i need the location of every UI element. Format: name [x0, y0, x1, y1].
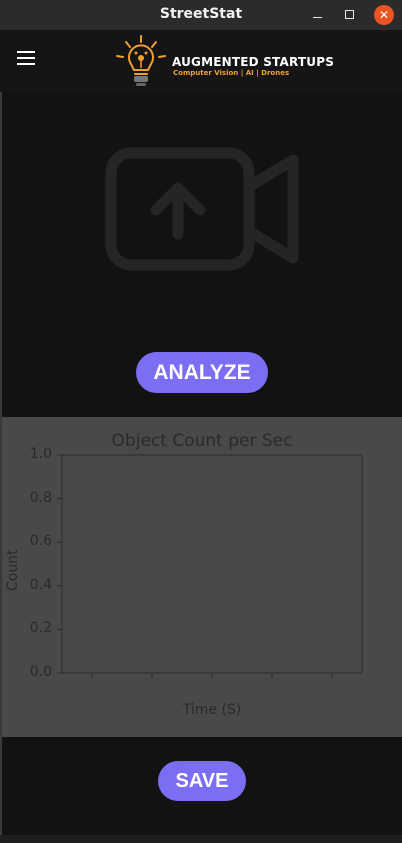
chart-axes [57, 454, 363, 678]
analyze-button[interactable]: ANALYZE [136, 352, 268, 393]
close-icon[interactable]: ✕ [374, 5, 394, 25]
plot-frame [61, 454, 363, 674]
y-tick-label: 0.8 [29, 489, 52, 506]
bottom-bar [0, 835, 402, 843]
x-axis-label: Time (S) [182, 702, 242, 718]
y-axis-label: Count [5, 549, 21, 591]
lightbulb-logo-icon [116, 35, 166, 86]
hamburger-menu-icon[interactable] [17, 51, 35, 65]
y-tick-label: 1.0 [29, 446, 52, 462]
y-tick-label: 0.2 [29, 620, 52, 637]
minimize-icon[interactable] [308, 5, 328, 25]
window-titlebar: StreetStat ✕ [0, 0, 402, 30]
save-button[interactable]: SAVE [158, 761, 246, 801]
maximize-icon[interactable] [340, 5, 360, 25]
brand-tagline: Computer Vision | AI | Drones [173, 69, 290, 77]
video-upload-icon[interactable] [104, 146, 300, 272]
chart-panel: Object Count per Sec Count Time (S) 0.0 0… [2, 417, 402, 737]
y-tick-label: 0.6 [29, 533, 52, 550]
y-tick-label: 0.0 [29, 664, 52, 680]
brand-name: AUGMENTED STARTUPS [172, 55, 335, 69]
y-tick-label: 0.4 [29, 576, 52, 593]
